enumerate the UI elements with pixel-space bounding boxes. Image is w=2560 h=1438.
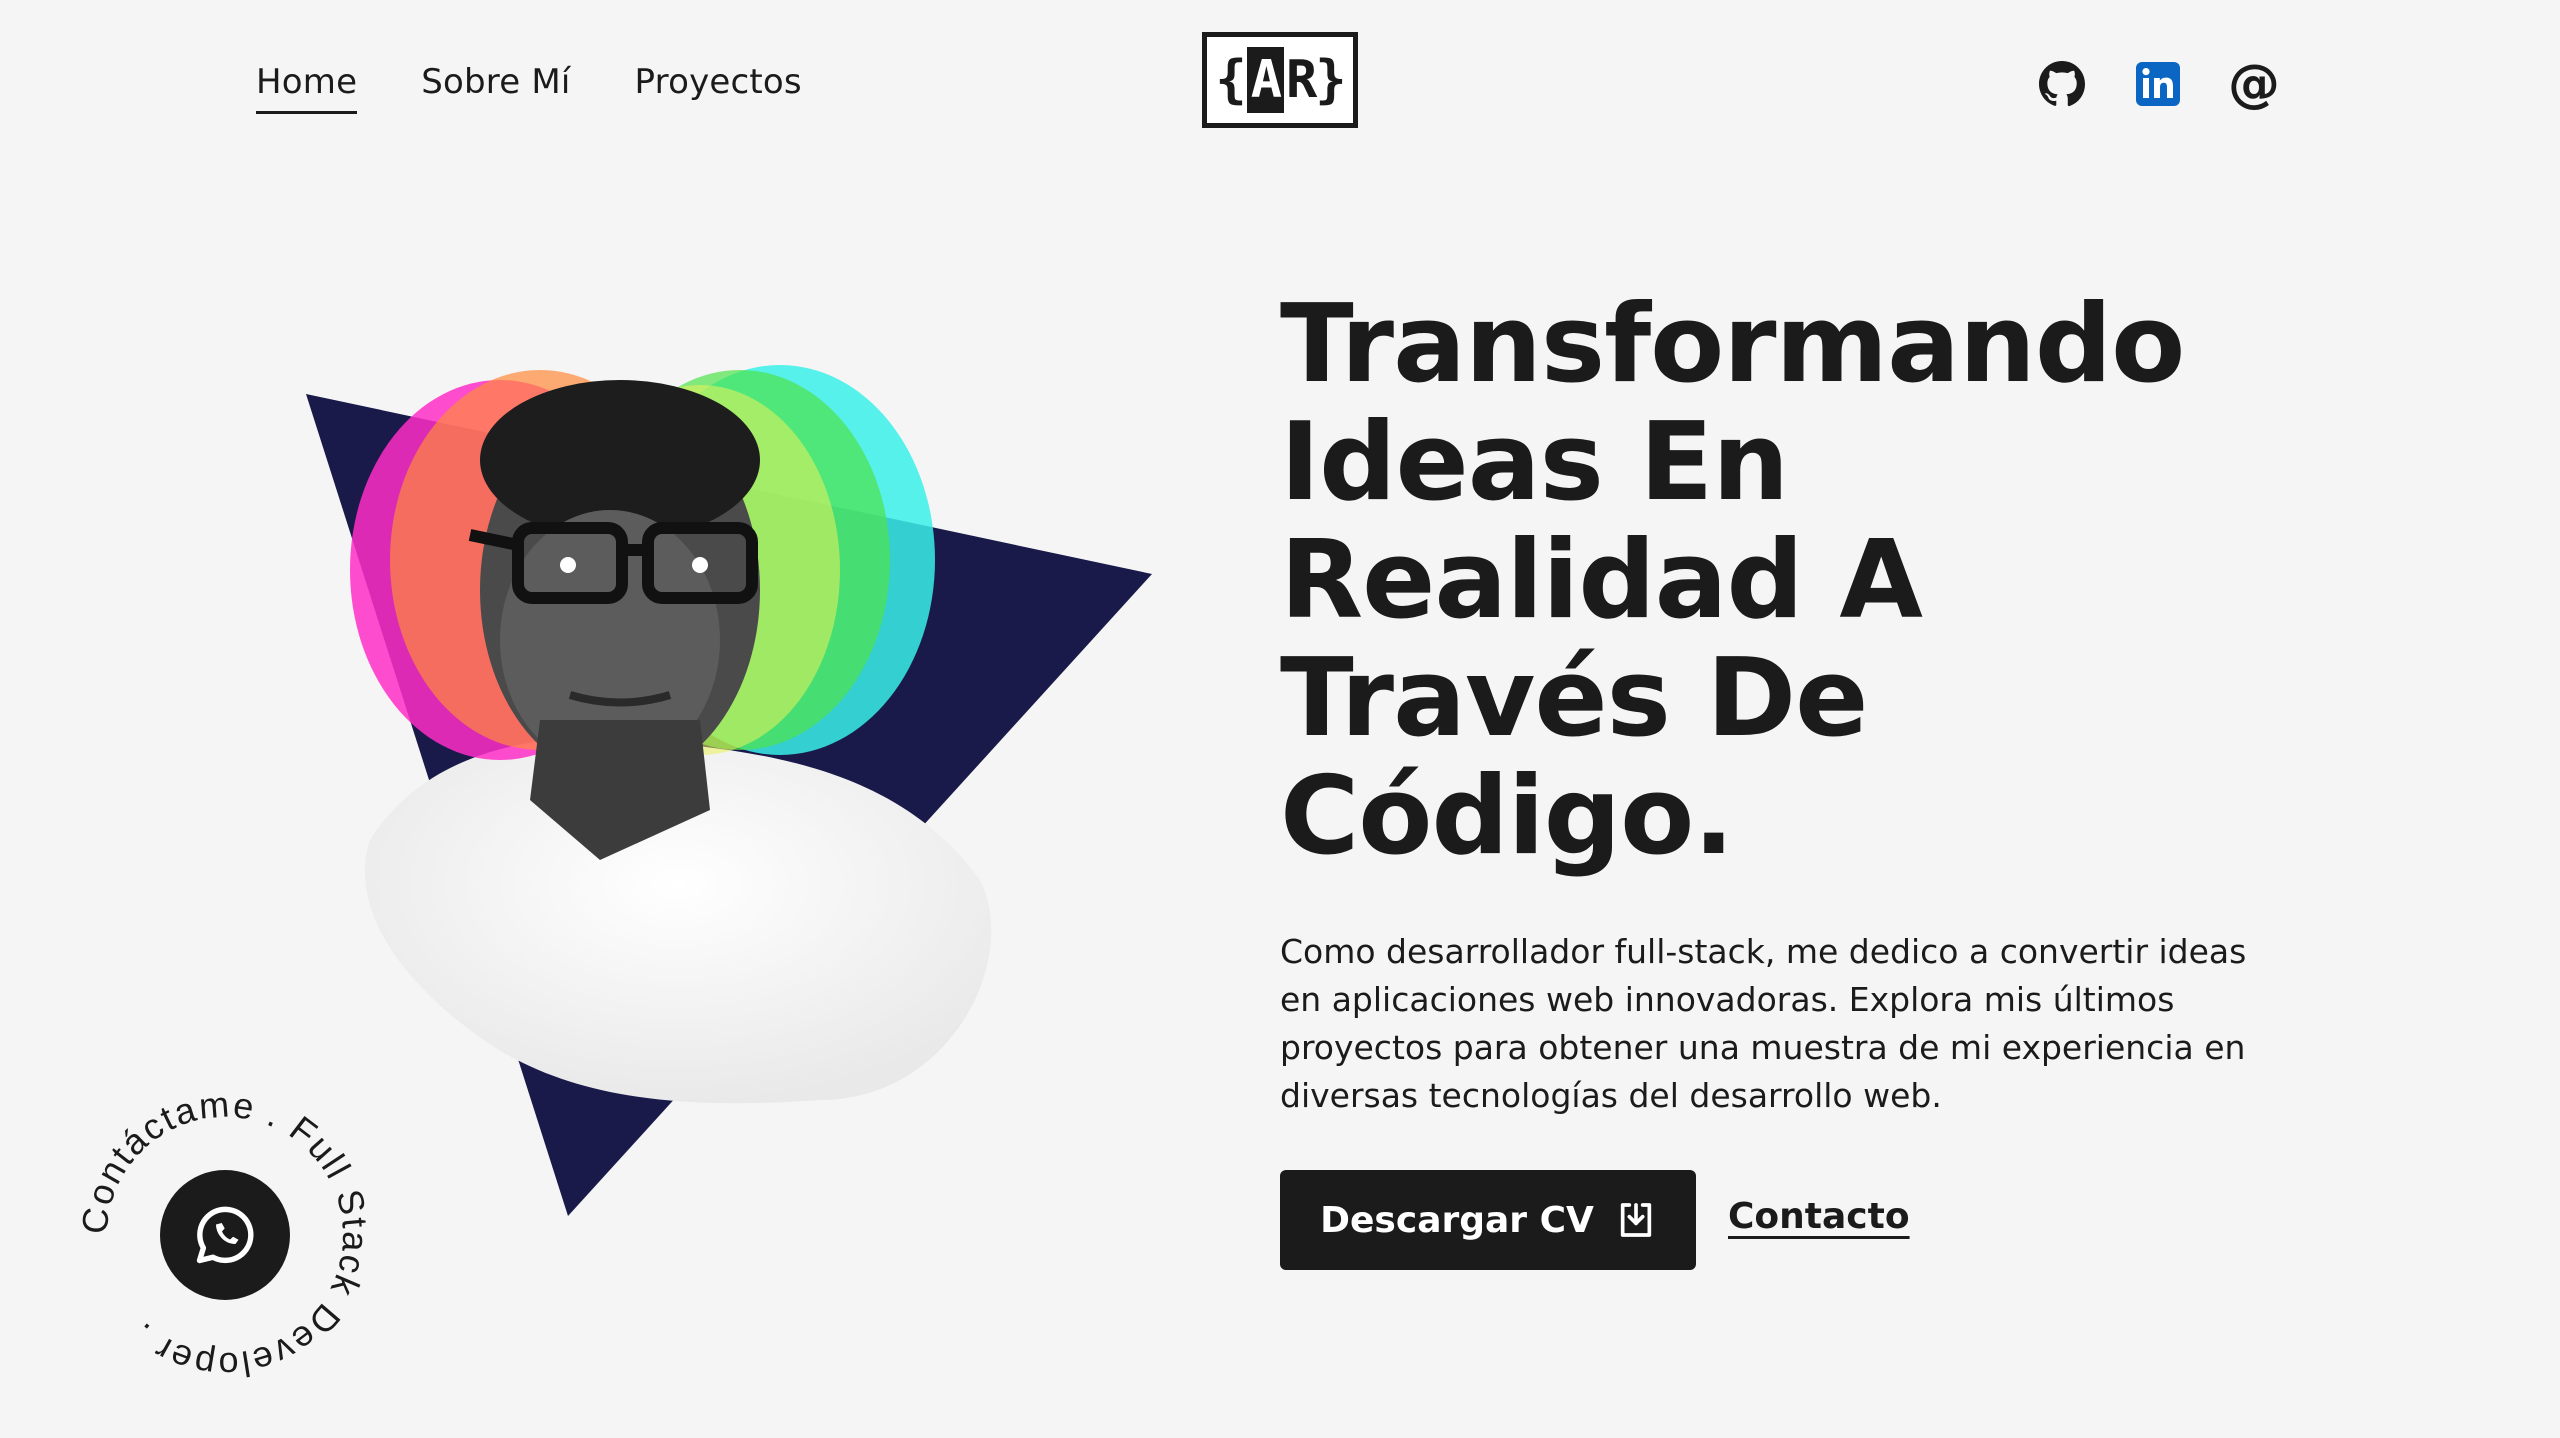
headline-line-5: Código. — [1280, 754, 1734, 879]
contact-badge[interactable]: Contáctame . Full Stack Developer . — [70, 1080, 380, 1390]
headline-line-1: Transformando — [1280, 282, 2185, 407]
download-icon — [1620, 1203, 1652, 1237]
linkedin-icon — [2136, 62, 2180, 106]
download-cv-label: Descargar CV — [1320, 1199, 1594, 1241]
social-links: @ — [2036, 58, 2280, 110]
whatsapp-button[interactable] — [160, 1170, 290, 1300]
logo-mark: A — [1246, 47, 1284, 113]
logo-brace-left: { — [1215, 50, 1246, 110]
site-logo[interactable]: {A R} — [1202, 32, 1358, 128]
contact-link[interactable]: Contacto — [1728, 1196, 1910, 1237]
linkedin-link[interactable] — [2132, 58, 2184, 110]
hero-portrait-illustration — [306, 365, 1152, 1216]
whatsapp-icon — [196, 1206, 254, 1264]
nav-sobre-mi[interactable]: Sobre Mí — [421, 62, 570, 108]
github-icon — [2039, 61, 2086, 107]
headline-line-2: Ideas En — [1280, 400, 1789, 525]
hero-description: Como desarrollador full-stack, me dedico… — [1280, 932, 2247, 1115]
email-link[interactable]: @ — [2228, 58, 2280, 110]
hero-headline: Transformando Ideas En Realidad A Través… — [1280, 286, 2280, 876]
github-link[interactable] — [2036, 58, 2088, 110]
nav-home[interactable]: Home — [256, 62, 358, 114]
logo-text: {A R} — [1215, 47, 1347, 113]
main-nav: Home Sobre Mí Proyectos — [256, 62, 802, 114]
logo-brace-right: R} — [1286, 50, 1347, 110]
headline-line-4: Través De — [1280, 636, 1868, 761]
at-icon: @ — [2228, 54, 2280, 114]
headline-line-3: Realidad A — [1280, 518, 1923, 643]
download-cv-button[interactable]: Descargar CV — [1280, 1170, 1696, 1270]
nav-proyectos[interactable]: Proyectos — [635, 62, 802, 108]
